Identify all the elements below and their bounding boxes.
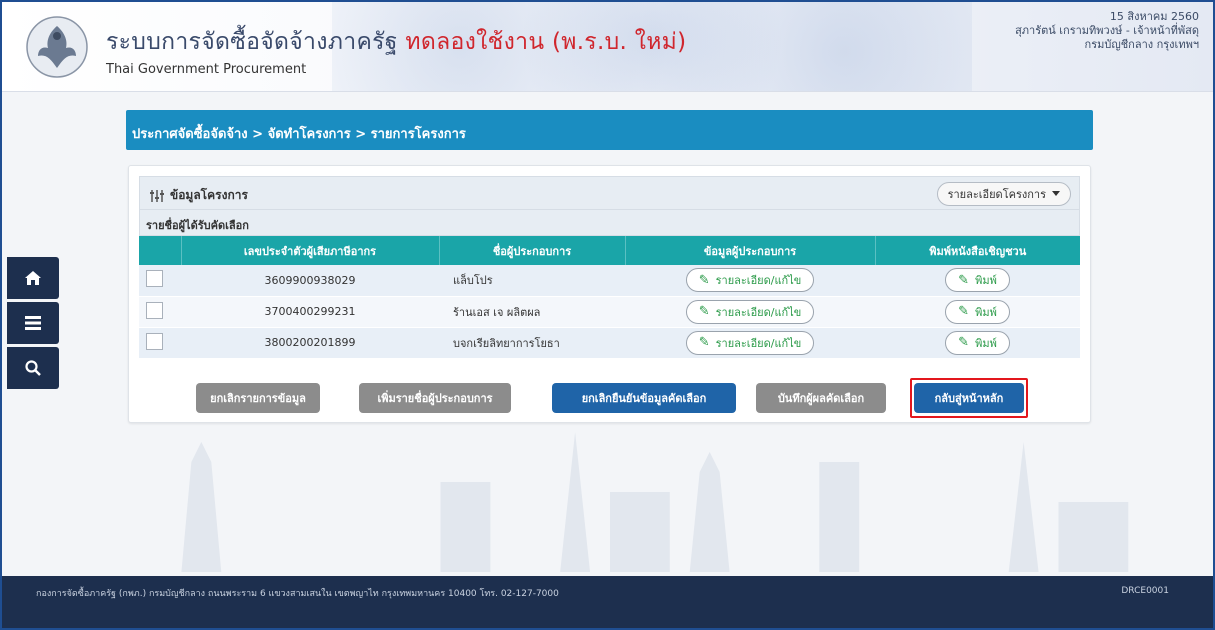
- row-select-cell: [139, 265, 181, 297]
- edit-icon: ✎: [958, 272, 970, 288]
- skyline-background: [181, 432, 1129, 572]
- row-select-cell: [139, 327, 181, 359]
- footer: กองการจัดซื้อภาครัฐ (กพภ.) กรมบัญชีกลาง …: [2, 576, 1213, 628]
- vendor-detail-button[interactable]: ✎ รายละเอียด/แก้ไข: [685, 299, 815, 324]
- vendor-detail-button[interactable]: ✎ รายละเอียด/แก้ไข: [685, 268, 815, 293]
- header: ระบบการจัดซื้อจัดจ้างภาครัฐ ทดลองใช้งาน …: [2, 2, 1213, 92]
- table-row: 3609900938029 แล็บโปร ✎ รายละเอียด/แก้ไข…: [139, 265, 1080, 297]
- row-select-cell: [139, 296, 181, 328]
- table-row: 3800200201899 บจกเรียลิทยาการโยธา ✎ รายล…: [139, 327, 1080, 359]
- print-label: พิมพ์: [975, 305, 997, 319]
- user-info: 15 สิงหาคม 2560 สุภารัตน์ เกรามทิพวงษ์ -…: [1015, 10, 1199, 52]
- row-checkbox[interactable]: [146, 332, 163, 350]
- save-selection-button[interactable]: บันทึกผู้ผลคัดเลือก: [756, 383, 886, 413]
- select-column-header: [139, 236, 182, 265]
- vendor-detail-label: รายละเอียด/แก้ไข: [715, 305, 802, 319]
- panel-header: ข้อมูลโครงการ รายละเอียดโครงการ: [139, 176, 1080, 210]
- current-date: 15 สิงหาคม 2560: [1109, 10, 1199, 23]
- edit-icon: ✎: [698, 335, 710, 350]
- panel-title-text: ข้อมูลโครงการ: [170, 188, 248, 202]
- vendor-detail-label: รายละเอียด/แก้ไข: [715, 274, 802, 288]
- print-button[interactable]: ✎ พิมพ์: [945, 299, 1010, 324]
- cancel-confirm-selection-button[interactable]: ยกเลิกยืนยันข้อมูลคัดเลือก: [552, 383, 736, 413]
- edit-icon: ✎: [958, 335, 970, 350]
- vendor-name-cell: แล็บโปร: [439, 265, 625, 297]
- search-icon: [25, 360, 41, 376]
- panel-title: ข้อมูลโครงการ: [150, 186, 248, 205]
- footer-code: DRCE0001: [1121, 586, 1169, 596]
- side-toolbar: [7, 257, 59, 392]
- vendor-info-cell: ✎ รายละเอียด/แก้ไข: [625, 265, 875, 297]
- print-button[interactable]: ✎ พิมพ์: [945, 268, 1010, 293]
- search-button[interactable]: [7, 347, 59, 389]
- menu-icon: [25, 316, 41, 330]
- cancel-data-button[interactable]: ยกเลิกรายการข้อมูล: [196, 383, 320, 413]
- selected-vendors-table: เลขประจำตัวผู้เสียภาษีอากร ชื่อผู้ประกอบ…: [139, 236, 1080, 359]
- app-window: ระบบการจัดซื้อจัดจ้างภาครัฐ ทดลองใช้งาน …: [0, 0, 1215, 630]
- column-header-print: พิมพ์หนังสือเชิญชวน: [875, 236, 1080, 265]
- print-cell: ✎ พิมพ์: [875, 327, 1080, 359]
- tax-id-cell: 3609900938029: [181, 265, 439, 297]
- print-cell: ✎ พิมพ์: [875, 296, 1080, 328]
- system-subtitle: Thai Government Procurement: [106, 62, 307, 77]
- footer-address: กองการจัดซื้อภาครัฐ (กพภ.) กรมบัญชีกลาง …: [36, 589, 559, 599]
- user-name[interactable]: สุภารัตน์ เกรามทิพวงษ์ - เจ้าหน้าที่พัสด…: [1015, 24, 1199, 38]
- section-title: รายชื่อผู้ได้รับคัดเลือก: [139, 210, 1080, 236]
- garuda-logo-icon: [26, 16, 88, 78]
- row-checkbox[interactable]: [146, 270, 163, 288]
- edit-icon: ✎: [698, 272, 710, 288]
- vendor-name-cell: บจกเรียลิทยาการโยธา: [439, 327, 625, 359]
- trial-label: ทดลองใช้งาน (พ.ร.บ. ใหม่): [405, 29, 687, 55]
- sliders-icon: [150, 189, 164, 202]
- project-detail-dropdown[interactable]: รายละเอียดโครงการ: [936, 182, 1071, 206]
- table-header-row: เลขประจำตัวผู้เสียภาษีอากร ชื่อผู้ประกอบ…: [139, 236, 1080, 265]
- column-header-vendor-name: ชื่อผู้ประกอบการ: [439, 236, 626, 265]
- print-label: พิมพ์: [975, 274, 997, 288]
- vendor-detail-button[interactable]: ✎ รายละเอียด/แก้ไข: [685, 330, 815, 355]
- table-row: 3700400299231 ร้านเอส เจ ผลิตผล ✎ รายละเ…: [139, 296, 1080, 328]
- vendor-info-cell: ✎ รายละเอียด/แก้ไข: [625, 327, 875, 359]
- column-header-vendor-info: ข้อมูลผู้ประกอบการ: [625, 236, 876, 265]
- menu-button[interactable]: [7, 302, 59, 344]
- edit-icon: ✎: [958, 304, 970, 319]
- highlight-box: [910, 378, 1028, 418]
- print-cell: ✎ พิมพ์: [875, 265, 1080, 297]
- vendor-info-cell: ✎ รายละเอียด/แก้ไข: [625, 296, 875, 328]
- vendor-detail-label: รายละเอียด/แก้ไข: [715, 336, 802, 350]
- vendor-name-cell: ร้านเอส เจ ผลิตผล: [439, 296, 625, 328]
- add-vendor-button[interactable]: เพิ่มรายชื่อผู้ประกอบการ: [359, 383, 511, 413]
- print-label: พิมพ์: [975, 336, 997, 350]
- edit-icon: ✎: [698, 304, 710, 319]
- project-detail-label: รายละเอียดโครงการ: [947, 188, 1046, 201]
- tax-id-cell: 3800200201899: [181, 327, 439, 359]
- user-department: กรมบัญชีกลาง กรุงเทพฯ: [1084, 38, 1199, 51]
- home-button[interactable]: [7, 257, 59, 299]
- column-header-tax-id: เลขประจำตัวผู้เสียภาษีอากร: [181, 236, 440, 265]
- caret-down-icon: [1052, 191, 1060, 196]
- tax-id-cell: 3700400299231: [181, 296, 439, 328]
- row-checkbox[interactable]: [146, 301, 163, 319]
- breadcrumb: ประกาศจัดซื้อจัดจ้าง > จัดทำโครงการ > รา…: [126, 110, 1093, 150]
- system-title-text: ระบบการจัดซื้อจัดจ้างภาครัฐ: [106, 29, 398, 55]
- project-panel: ข้อมูลโครงการ รายละเอียดโครงการ รายชื่อผ…: [128, 165, 1091, 423]
- home-icon: [25, 271, 41, 285]
- print-button[interactable]: ✎ พิมพ์: [945, 330, 1010, 355]
- system-title: ระบบการจัดซื้อจัดจ้างภาครัฐ ทดลองใช้งาน …: [106, 24, 686, 60]
